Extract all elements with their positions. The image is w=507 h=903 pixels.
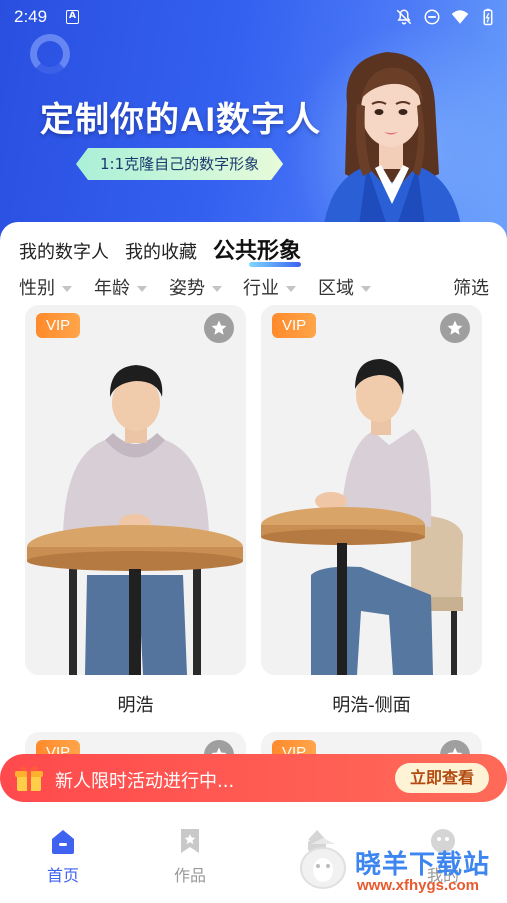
filter-age[interactable]: 年龄: [94, 274, 147, 300]
nav-works-label: 作品: [173, 866, 206, 885]
gift-icon: [15, 765, 43, 791]
caret-down-icon: [286, 285, 296, 292]
star-icon: [211, 320, 227, 335]
watermark-title: 晓羊下载站: [355, 850, 491, 880]
filter-pose-label: 姿势: [169, 278, 205, 299]
promo-banner[interactable]: 新人限时活动进行中... 立即查看: [0, 754, 507, 802]
filter-gender-label: 性别: [19, 278, 55, 299]
filter-button[interactable]: 筛选: [453, 274, 489, 300]
tab-my-favorites[interactable]: 我的收藏: [125, 238, 197, 264]
favorite-button[interactable]: [204, 313, 234, 343]
avatar-photo: [261, 305, 482, 675]
decorative-ring: [30, 34, 70, 74]
status-time: 2:49: [14, 7, 48, 26]
battery-icon: [483, 8, 493, 26]
caret-down-icon: [361, 285, 371, 292]
tab-bar: 我的数字人 我的收藏 公共形象: [19, 233, 302, 267]
avatar-card-name: 明浩-侧面: [332, 695, 411, 716]
star-icon: [447, 320, 463, 335]
header-banner[interactable]: 2:49 A 定制你的AI数字人 1:1克隆自己的数字形象: [0, 0, 507, 240]
nav-home-label: 首页: [46, 866, 79, 885]
avatar-photo: [25, 305, 246, 675]
vip-badge: VIP: [36, 313, 81, 338]
vip-badge: VIP: [272, 313, 317, 338]
promo-text: 新人限时活动进行中...: [55, 771, 235, 792]
filter-pose[interactable]: 姿势: [169, 274, 222, 300]
filter-bar: 性别 年龄 姿势 行业 区域 筛选: [19, 274, 489, 300]
status-a-badge: A: [66, 10, 79, 24]
caret-down-icon: [212, 285, 222, 292]
tab-my-digital-humans[interactable]: 我的数字人: [19, 238, 109, 264]
status-icons: [395, 8, 497, 26]
caret-down-icon: [137, 285, 147, 292]
filter-industry[interactable]: 行业: [243, 274, 296, 300]
caret-down-icon: [62, 285, 72, 292]
filter-region-label: 区域: [318, 278, 354, 299]
sheep-logo-icon: [300, 838, 346, 889]
filter-gender[interactable]: 性别: [19, 274, 72, 300]
site-watermark: 晓羊下载站 www.xfhygs.com: [297, 838, 507, 898]
bookmark-icon: [181, 829, 199, 853]
home-icon: [52, 830, 74, 854]
view-now-button[interactable]: 立即查看: [394, 763, 489, 793]
do-not-disturb-icon: [424, 9, 440, 25]
nav-home[interactable]: 首页: [33, 826, 93, 886]
avatar-card[interactable]: VIP: [25, 305, 246, 675]
filter-region[interactable]: 区域: [318, 274, 371, 300]
banner-subtitle-pill: 1:1克隆自己的数字形象: [76, 148, 283, 180]
filter-age-label: 年龄: [94, 278, 130, 299]
watermark-url: www.xfhygs.com: [357, 877, 479, 894]
tab-public-avatars[interactable]: 公共形象: [213, 233, 302, 267]
banner-title: 定制你的AI数字人: [40, 101, 321, 139]
wifi-icon: [451, 10, 469, 24]
nav-works[interactable]: 作品: [160, 826, 220, 886]
favorite-button[interactable]: [440, 313, 470, 343]
avatar-card[interactable]: VIP: [261, 305, 482, 675]
digital-human-illustration: [322, 52, 463, 240]
avatar-card-name: 明浩: [117, 695, 154, 716]
status-bar: 2:49 A: [0, 0, 507, 34]
notifications-off-icon: [396, 9, 412, 25]
filter-industry-label: 行业: [243, 278, 279, 299]
